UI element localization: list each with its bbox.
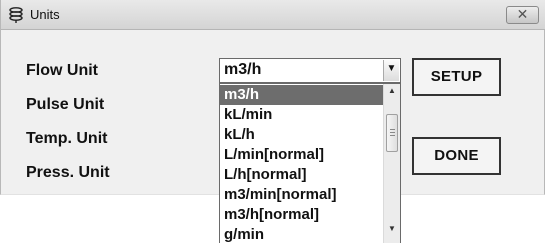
title-bar[interactable]: Units ✕ <box>1 0 545 30</box>
flow-unit-value: m3/h <box>224 61 262 78</box>
scrollbar-thumb[interactable] <box>386 114 398 152</box>
window-title: Units <box>30 7 60 22</box>
scroll-up-icon[interactable]: ▲ <box>384 86 400 102</box>
chevron-down-icon: ▼ <box>386 63 397 74</box>
list-item[interactable]: L/min[normal] <box>220 145 383 165</box>
units-app-icon <box>9 7 23 23</box>
done-button[interactable]: DONE <box>412 137 501 175</box>
press-unit-label: Press. Unit <box>26 164 110 181</box>
option-list: m3/h kL/min kL/h L/min[normal] L/h[norma… <box>220 85 383 243</box>
setup-button[interactable]: SETUP <box>412 58 501 96</box>
list-item[interactable]: kL/h <box>220 125 383 145</box>
dropdown-toggle-button[interactable]: ▼ <box>383 60 399 81</box>
list-item[interactable]: L/h[normal] <box>220 165 383 185</box>
pulse-unit-label: Pulse Unit <box>26 96 105 113</box>
flow-unit-dropdown-list: m3/h kL/min kL/h L/min[normal] L/h[norma… <box>219 83 401 243</box>
flow-unit-label: Flow Unit <box>26 62 98 79</box>
list-item[interactable]: m3/min[normal] <box>220 185 383 205</box>
list-item[interactable]: m3/h[normal] <box>220 205 383 225</box>
list-item[interactable]: m3/h <box>220 85 383 105</box>
list-item[interactable]: kL/min <box>220 105 383 125</box>
temp-unit-label: Temp. Unit <box>26 130 108 147</box>
flow-unit-select[interactable]: m3/h ▼ <box>219 58 401 83</box>
dropdown-scrollbar[interactable]: ▲ ▼ <box>383 84 400 243</box>
close-button[interactable]: ✕ <box>506 6 539 24</box>
close-icon: ✕ <box>516 6 529 22</box>
scroll-down-icon[interactable]: ▼ <box>384 224 400 240</box>
list-item[interactable]: g/min <box>220 225 383 243</box>
